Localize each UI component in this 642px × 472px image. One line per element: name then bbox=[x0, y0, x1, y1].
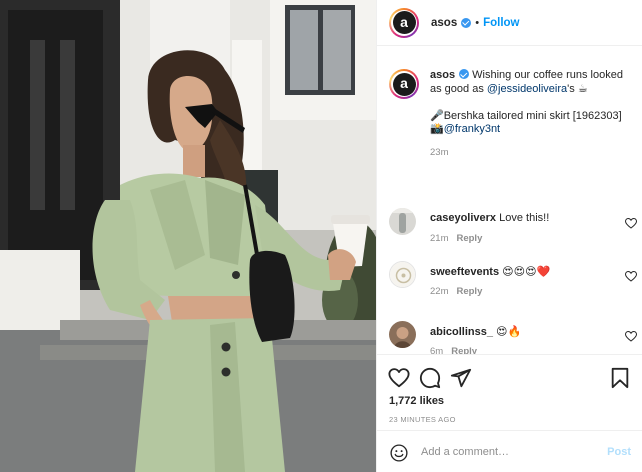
reply-button[interactable]: Reply bbox=[451, 346, 477, 354]
instagram-post: a asos • Follow a asos Wishing our coffe… bbox=[0, 0, 642, 472]
comment-time[interactable]: 22m bbox=[430, 286, 448, 297]
heart-icon[interactable] bbox=[388, 367, 410, 389]
comment-text: Love this!! bbox=[499, 212, 550, 224]
post-header: a asos • Follow bbox=[377, 0, 642, 46]
comment-item: caseyoliverx Love this!! 21m Reply bbox=[389, 208, 637, 248]
post-photo[interactable] bbox=[0, 0, 376, 472]
post-comment-button[interactable]: Post bbox=[607, 446, 631, 458]
commenter-avatar[interactable] bbox=[389, 261, 416, 288]
commenter-avatar[interactable] bbox=[389, 321, 416, 348]
paper-plane-icon[interactable] bbox=[450, 367, 472, 389]
comment-username[interactable]: abicollinss_ bbox=[430, 326, 493, 338]
comment-meta: 22m Reply bbox=[430, 286, 482, 297]
comment-text: 😍🔥 bbox=[496, 326, 522, 338]
comment-text-line: abicollinss_ 😍🔥 bbox=[430, 325, 521, 338]
reply-button[interactable]: Reply bbox=[456, 286, 482, 297]
caption-mention-franky3nt[interactable]: @franky3nt bbox=[444, 123, 500, 135]
smiley-icon[interactable] bbox=[390, 444, 408, 462]
comment-bubble-icon[interactable] bbox=[419, 367, 441, 389]
microphone-icon: 🎤 bbox=[430, 109, 444, 122]
verified-badge-icon bbox=[459, 69, 470, 79]
comment-time[interactable]: 6m bbox=[430, 346, 443, 354]
comment-meta: 6m Reply bbox=[430, 346, 477, 354]
header-separator: • bbox=[475, 16, 480, 29]
comment-username[interactable]: caseyoliverx bbox=[430, 212, 496, 224]
comment-heart-icon[interactable] bbox=[625, 218, 637, 229]
bookmark-icon[interactable] bbox=[609, 367, 631, 389]
caption-product-line: Bershka tailored mini skirt [1962303] bbox=[443, 109, 622, 122]
comment-text-line: caseyoliverx Love this!! bbox=[430, 212, 549, 224]
caption-mention-jessideoliveira[interactable]: @jessideoliveira bbox=[487, 83, 567, 95]
commenter-avatar[interactable] bbox=[389, 208, 416, 235]
caption-text-suffix: 's ☕ bbox=[567, 82, 588, 95]
comment-item: sweeftevents 😍😍😍❤️ 22m Reply bbox=[389, 261, 637, 301]
follow-button[interactable]: Follow bbox=[483, 17, 519, 29]
comment-meta: 21m Reply bbox=[430, 233, 482, 244]
add-comment-input[interactable] bbox=[421, 442, 591, 462]
comment-composer: Post bbox=[377, 430, 642, 472]
caption-avatar-letter: a bbox=[392, 72, 416, 96]
post-timestamp[interactable]: 23 MINUTES AGO bbox=[389, 415, 456, 424]
likes-count[interactable]: 1,772 likes bbox=[389, 395, 444, 407]
reply-button[interactable]: Reply bbox=[456, 233, 482, 244]
comment-item: abicollinss_ 😍🔥 6m Reply bbox=[389, 321, 637, 354]
comment-text-line: sweeftevents 😍😍😍❤️ bbox=[430, 265, 550, 278]
verified-badge-icon bbox=[461, 17, 472, 28]
author-username[interactable]: asos bbox=[431, 17, 457, 29]
caption-avatar[interactable]: a bbox=[389, 69, 419, 99]
post-side-panel: a asos • Follow a asos Wishing our coffe… bbox=[376, 0, 642, 472]
camera-icon: 📸 bbox=[430, 123, 444, 136]
fashion-photo-image bbox=[0, 0, 376, 472]
author-avatar[interactable]: a bbox=[389, 7, 419, 38]
author-avatar-letter: a bbox=[392, 11, 416, 34]
comment-heart-icon[interactable] bbox=[625, 331, 637, 342]
caption-body: asos Wishing our coffee runs looked as g… bbox=[430, 69, 635, 160]
comment-heart-icon[interactable] bbox=[625, 271, 637, 282]
caption-time[interactable]: 23m bbox=[430, 147, 448, 158]
action-bar: 1,772 likes 23 MINUTES AGO bbox=[377, 354, 642, 430]
comment-text: 😍😍😍❤️ bbox=[502, 266, 551, 278]
caption-username[interactable]: asos bbox=[430, 69, 455, 81]
comment-username[interactable]: sweeftevents bbox=[430, 266, 499, 278]
comment-time[interactable]: 21m bbox=[430, 233, 448, 244]
comments-section[interactable]: a asos Wishing our coffee runs looked as… bbox=[377, 47, 642, 354]
